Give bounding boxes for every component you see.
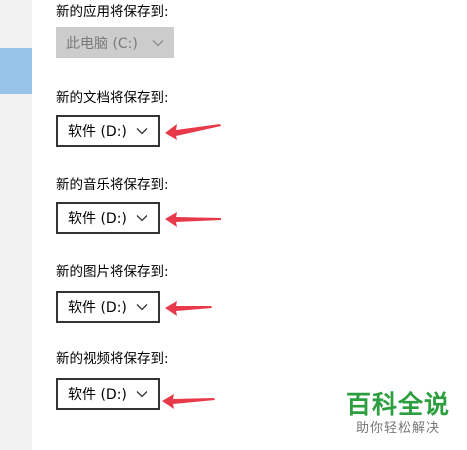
red-arrow-icon <box>162 394 215 409</box>
pictures-save-location-dropdown[interactable]: 软件 (D:) <box>56 291 160 323</box>
chevron-down-icon <box>136 391 148 398</box>
documents-save-location-label: 新的文档将保存到: <box>56 90 169 106</box>
music-save-location-dropdown[interactable]: 软件 (D:) <box>56 202 160 234</box>
chevron-down-icon <box>152 39 164 46</box>
red-arrow-icon <box>165 301 212 316</box>
apps-save-location-dropdown: 此电脑 (C:) <box>56 27 174 58</box>
watermark-title: 百科全说 <box>345 390 450 419</box>
watermark-subtitle: 助你轻松解决 <box>355 421 440 436</box>
videos-save-location-value: 软件 (D:) <box>68 387 127 403</box>
pictures-save-location-value: 软件 (D:) <box>68 300 127 316</box>
documents-save-location-dropdown[interactable]: 软件 (D:) <box>56 115 160 147</box>
apps-save-location-label: 新的应用将保存到: <box>56 4 169 20</box>
sidebar-selected-item[interactable] <box>0 48 32 94</box>
chevron-down-icon <box>136 128 148 135</box>
videos-save-location-label: 新的视频将保存到: <box>56 351 169 367</box>
music-save-location-value: 软件 (D:) <box>68 211 127 227</box>
storage-settings-page: 新的应用将保存到: 此电脑 (C:) 新的文档将保存到: 软件 (D:) 新的音… <box>0 0 467 450</box>
music-save-location-label: 新的音乐将保存到: <box>56 177 169 193</box>
apps-save-location-value: 此电脑 (C:) <box>66 35 138 52</box>
red-arrow-icon <box>165 124 221 140</box>
red-arrow-icon <box>165 212 221 227</box>
documents-save-location-value: 软件 (D:) <box>68 124 127 140</box>
watermark: 百科全说 助你轻松解决 <box>336 390 460 438</box>
pictures-save-location-label: 新的图片将保存到: <box>56 264 169 280</box>
chevron-down-icon <box>136 304 148 311</box>
videos-save-location-dropdown[interactable]: 软件 (D:) <box>56 378 160 410</box>
chevron-down-icon <box>136 215 148 222</box>
